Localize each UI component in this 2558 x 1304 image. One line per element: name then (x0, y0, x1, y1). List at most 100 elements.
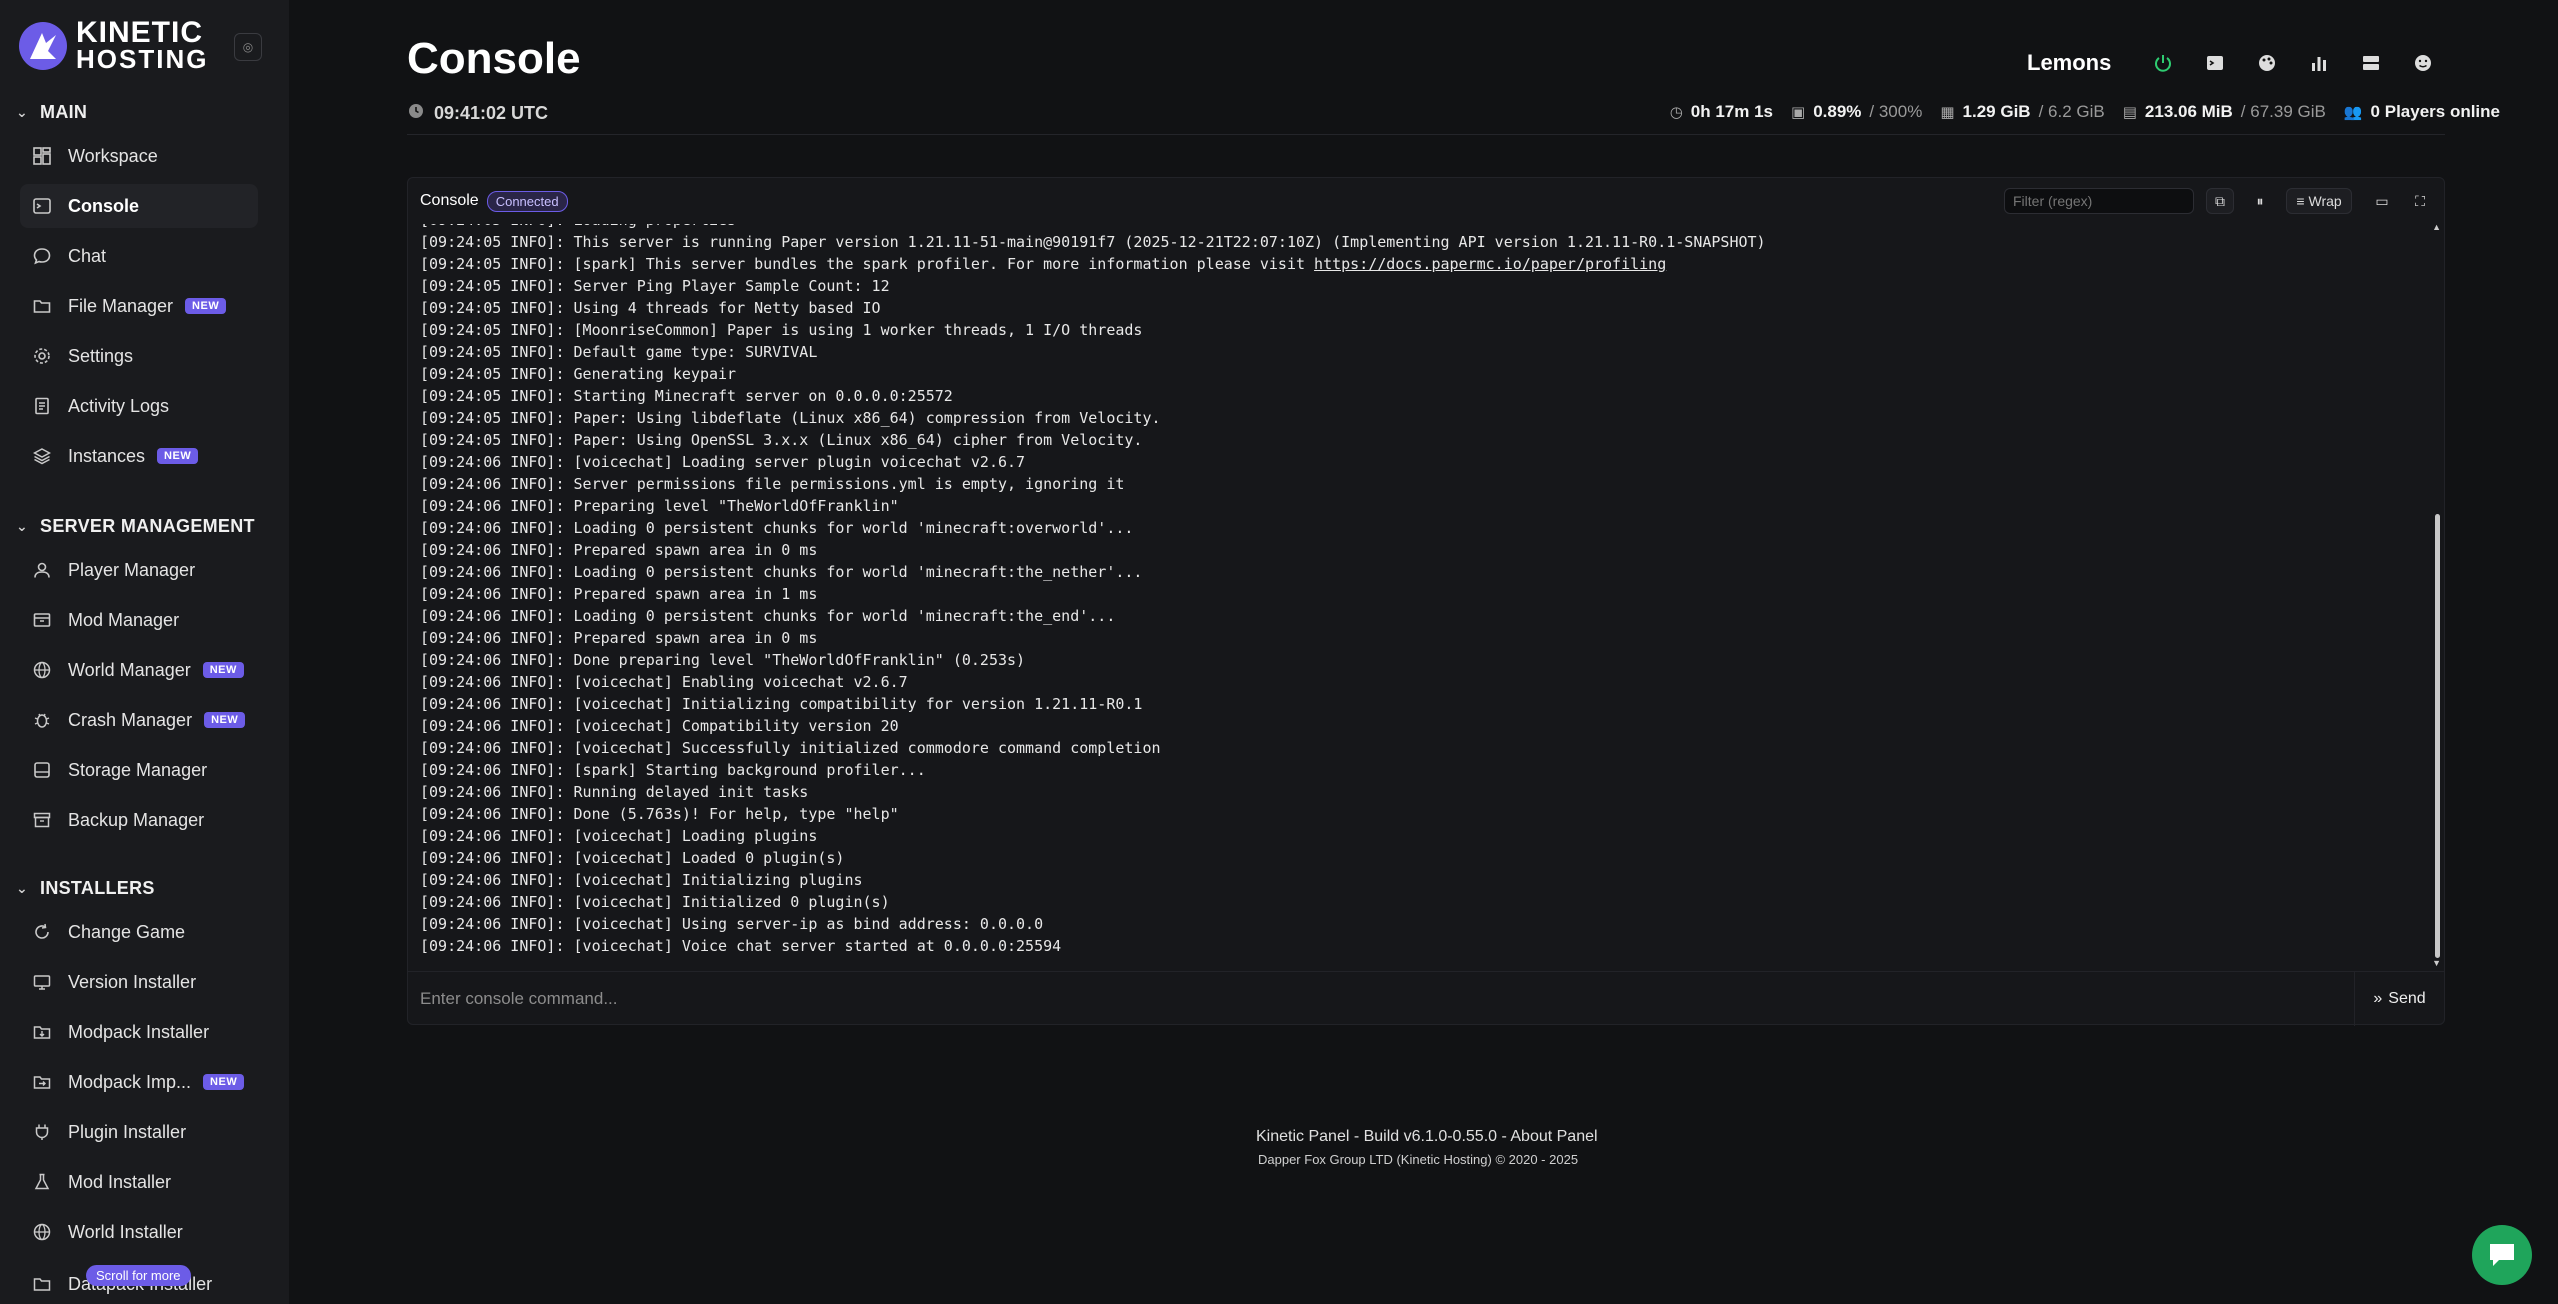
scroll-down-icon[interactable]: ▼ (2432, 958, 2441, 968)
footer-build[interactable]: Kinetic Panel - Build v6.1.0-0.55.0 - Ab… (1256, 1128, 1598, 1146)
sidebar-item-activity-logs[interactable]: Activity Logs (20, 384, 258, 428)
storage-icon (32, 760, 52, 780)
sidebar-item-mod-installer[interactable]: Mod Installer (20, 1160, 258, 1204)
sidebar-item-world-installer[interactable]: World Installer (20, 1210, 258, 1254)
layout-button[interactable]: ▭ (2368, 188, 2396, 214)
new-badge: NEW (185, 298, 227, 314)
filter-input[interactable] (2004, 188, 2194, 214)
log-line: [09:24:06 INFO]: [voicechat] Initializin… (420, 871, 863, 889)
plug-icon (32, 1122, 52, 1142)
pause-button[interactable]: ⏸ (2246, 188, 2274, 214)
sidebar: KINETIC HOSTING ◎ ⌄ MAIN Workspace Conso… (0, 0, 289, 1304)
server-stats: ◷ 0h 17m 1s ▣ 0.89% / 300% ▦ 1.29 GiB / … (1670, 102, 2500, 122)
support-chat-button[interactable] (2472, 1225, 2532, 1285)
globe-icon (32, 1222, 52, 1242)
sidebar-item-world-manager[interactable]: World Manager NEW (20, 648, 258, 692)
log-line: [09:24:06 INFO]: Done (5.763s)! For help… (420, 805, 899, 823)
import-icon (32, 1072, 52, 1092)
log-line: [09:24:06 INFO]: [voicechat] Initialized… (420, 893, 890, 911)
log-line: [09:24:05 INFO]: Server Ping Player Samp… (420, 277, 890, 295)
logo[interactable]: KINETIC HOSTING (18, 18, 208, 72)
log-line: [09:24:06 INFO]: [voicechat] Enabling vo… (420, 673, 908, 691)
log-line: [09:24:05 INFO]: Default game type: SURV… (420, 343, 818, 361)
sidebar-item-storage-manager[interactable]: Storage Manager (20, 748, 258, 792)
sidebar-item-label: Player Manager (68, 559, 196, 580)
sidebar-item-label: Mod Installer (68, 1171, 172, 1192)
section-server-management[interactable]: ⌄ SERVER MANAGEMENT (16, 516, 255, 537)
cpu-stat: ▣ 0.89% / 300% (1791, 102, 1922, 122)
log-line: [09:24:05 INFO]: [spark] This server bun… (420, 255, 1667, 273)
wrap-icon: ≡ (2296, 193, 2305, 209)
globe-icon (32, 660, 52, 680)
server-time: 09:41:02 UTC (408, 103, 548, 124)
header-divider (407, 134, 2445, 135)
refresh-icon (32, 922, 52, 942)
sidebar-item-backup-manager[interactable]: Backup Manager (20, 798, 258, 842)
face-icon[interactable] (2410, 50, 2436, 76)
sidebar-item-label: Mod Manager (68, 609, 180, 630)
sidebar-item-settings[interactable]: Settings (20, 334, 258, 378)
console-command-input[interactable] (420, 984, 2320, 1014)
copy-button[interactable]: ⧉ (2206, 188, 2234, 214)
collapse-sidebar-button[interactable]: ◎ (234, 33, 262, 61)
sidebar-item-crash-manager[interactable]: Crash Manager NEW (20, 698, 258, 742)
log-line: [09:24:06 INFO]: Running delayed init ta… (420, 783, 809, 801)
layers-icon (32, 446, 52, 466)
memory-icon: ▦ (1940, 104, 1955, 121)
package-icon (32, 1022, 52, 1042)
layout-icon: ▭ (2375, 192, 2389, 209)
sidebar-item-plugin-installer[interactable]: Plugin Installer (20, 1110, 258, 1154)
command-bar: » Send (408, 971, 2444, 1026)
scroll-thumb[interactable] (2435, 514, 2440, 958)
sidebar-item-workspace[interactable]: Workspace (20, 134, 258, 178)
time-value: 09:41:02 UTC (434, 103, 549, 123)
sidebar-item-change-game[interactable]: Change Game (20, 910, 258, 954)
log-line: [09:24:06 INFO]: [voicechat] Compatibili… (420, 717, 899, 735)
wrap-toggle[interactable]: ≡ Wrap (2286, 188, 2352, 214)
server-icon[interactable] (2358, 50, 2384, 76)
log-line: [09:24:06 INFO]: Loading 0 persistent ch… (420, 519, 1134, 537)
log-line: [09:24:05 INFO]: Using 4 threads for Net… (420, 299, 881, 317)
sidebar-item-console[interactable]: Console (20, 184, 258, 228)
sidebar-item-modpack-installer[interactable]: Modpack Installer (20, 1010, 258, 1054)
bar-chart-icon[interactable] (2306, 50, 2332, 76)
header-actions (2150, 50, 2436, 76)
wrap-label: Wrap (2308, 193, 2342, 209)
console-log[interactable]: [09:24:05 INFO]: Loading properties [09:2… (420, 224, 2420, 962)
sidebar-item-player-manager[interactable]: Player Manager (20, 548, 258, 592)
scroll-up-icon[interactable]: ▲ (2432, 222, 2441, 232)
sidebar-item-instances[interactable]: Instances NEW (20, 434, 258, 478)
send-button[interactable]: » Send (2354, 972, 2444, 1026)
power-icon[interactable] (2150, 50, 2176, 76)
new-badge: NEW (157, 448, 199, 464)
sidebar-item-modpack-import[interactable]: Modpack Imp... NEW (20, 1060, 258, 1104)
scroll-for-more-hint[interactable]: Scroll for more (86, 1265, 191, 1286)
folder-icon (32, 296, 52, 316)
gear-icon (32, 346, 52, 366)
terminal-window-icon[interactable] (2202, 50, 2228, 76)
sidebar-item-label: Change Game (68, 921, 186, 942)
section-installers[interactable]: ⌄ INSTALLERS (16, 878, 155, 899)
disk-stat: ▤ 213.06 MiB / 67.39 GiB (2123, 102, 2326, 122)
disk-value: 213.06 MiB (2144, 102, 2233, 121)
sidebar-item-label: Console (68, 195, 140, 216)
sidebar-item-mod-manager[interactable]: Mod Manager (20, 598, 258, 642)
sidebar-item-chat[interactable]: Chat (20, 234, 258, 278)
section-title: MAIN (40, 102, 88, 122)
log-line: [09:24:06 INFO]: Server permissions file… (420, 475, 1125, 493)
profiling-link[interactable]: https://docs.papermc.io/paper/profiling (1314, 255, 1666, 273)
sidebar-item-label: Plugin Installer (68, 1121, 187, 1142)
log-scrollbar[interactable]: ▲ ▼ (2432, 222, 2441, 968)
sidebar-item-file-manager[interactable]: File Manager NEW (20, 284, 258, 328)
palette-icon[interactable] (2254, 50, 2280, 76)
datapack-icon (32, 1274, 52, 1294)
log-line: [09:24:06 INFO]: [voicechat] Successfull… (420, 739, 1161, 757)
sidebar-item-label: Backup Manager (68, 809, 205, 830)
fullscreen-button[interactable]: ⛶ (2406, 188, 2434, 214)
chevron-down-icon: ⌄ (16, 518, 29, 534)
chat-icon (32, 246, 52, 266)
sidebar-item-version-installer[interactable]: Version Installer (20, 960, 258, 1004)
sidebar-item-label: Instances (68, 445, 146, 466)
section-main[interactable]: ⌄ MAIN (16, 102, 87, 123)
log-line: [09:24:06 INFO]: Loading 0 persistent ch… (420, 563, 1143, 581)
